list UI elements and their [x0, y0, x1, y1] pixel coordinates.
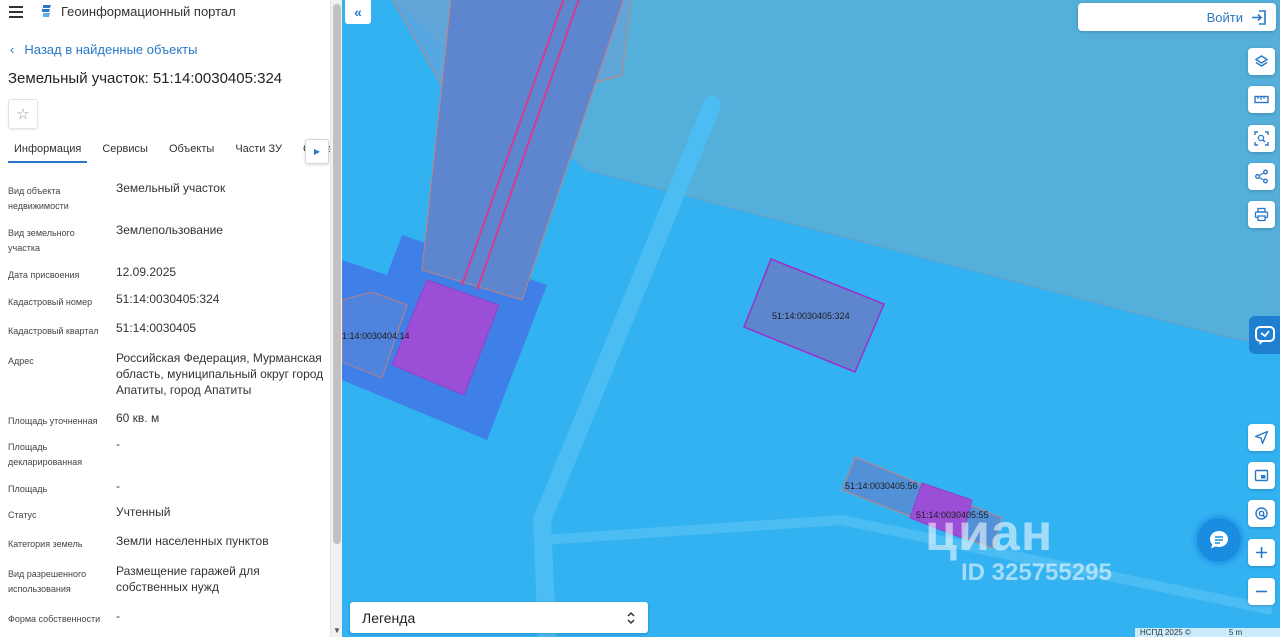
field-label: Вид земельного участка — [8, 228, 75, 253]
collapse-panel-button[interactable]: « — [345, 0, 371, 24]
minimap-button[interactable] — [1248, 462, 1275, 489]
layers-icon — [1254, 55, 1269, 67]
road-line — [541, 514, 1274, 615]
field-value: 12.09.2025 — [116, 265, 177, 279]
road-line — [532, 96, 721, 637]
tab-objects[interactable]: Объекты — [163, 139, 220, 161]
ruler-button[interactable] — [1248, 86, 1275, 113]
scrollbar-thumb[interactable] — [333, 4, 341, 544]
field-label: Дата присвоения — [8, 270, 80, 280]
scale-label: 5 m — [1228, 628, 1243, 637]
menu-icon[interactable] — [9, 6, 23, 18]
locate-icon — [1254, 430, 1269, 445]
legend-dropdown[interactable]: Легенда — [350, 602, 648, 633]
ruler-icon — [1254, 95, 1269, 104]
field-value: - — [116, 609, 120, 623]
parcel-label-55: 51:14:0030405:55 — [916, 510, 989, 520]
field-label: Площадь уточненная — [8, 416, 98, 426]
double-chevron-left-icon: « — [354, 4, 362, 20]
info-panel: Геоинформационный портал ‹ Назад в найде… — [0, 0, 330, 637]
field-label: Площадь — [8, 484, 48, 494]
chevron-updown-icon — [627, 611, 635, 624]
print-icon — [1254, 207, 1269, 222]
parcel-label-56: 51:14:0030405:56 — [845, 481, 918, 491]
field-value: - — [116, 479, 120, 493]
select-area-icon — [1254, 131, 1269, 146]
scroll-down-icon[interactable]: ▼ — [333, 626, 341, 635]
chat-button[interactable] — [1197, 518, 1241, 562]
login-button[interactable]: Войти — [1078, 3, 1276, 31]
zoom-out-icon — [1256, 590, 1267, 593]
comment-icon — [1254, 326, 1275, 345]
field-value: - — [116, 437, 120, 451]
legend-label: Легенда — [362, 609, 416, 626]
field-value: 60 кв. м — [116, 411, 160, 425]
field-label: Форма собственности — [8, 614, 101, 624]
field-value: Земельный участок — [116, 181, 226, 195]
tab-bar: ИнформацияСервисыОбъектыЧасти ЗУСоста — [8, 139, 330, 165]
zoom-in-icon — [1256, 547, 1267, 558]
tab-parts[interactable]: Части ЗУ — [229, 139, 288, 161]
chat-icon — [1210, 531, 1228, 549]
map-attribution-bar: НСПД 2025 © 5 m — [1135, 628, 1280, 637]
login-icon — [1252, 9, 1266, 25]
app-title: Геоинформационный портал — [61, 4, 236, 19]
back-link-label: Назад в найденные объекты — [24, 42, 198, 57]
side-panel-badge[interactable] — [1249, 316, 1280, 354]
parcel-label-left: 1:14:0030404:14 — [342, 331, 410, 341]
field-label: Статус — [8, 510, 37, 520]
tab-services[interactable]: Сервисы — [96, 139, 154, 161]
field-value: Учтенный — [116, 505, 171, 519]
back-link[interactable]: ‹ Назад в найденные объекты — [10, 42, 197, 57]
attribution-text: НСПД 2025 © — [1140, 628, 1191, 637]
field-label: Категория земель — [8, 539, 83, 549]
chevron-left-icon: ‹ — [10, 42, 15, 57]
field-value: 51:14:0030405 — [116, 321, 197, 335]
zoom-out-button[interactable] — [1248, 578, 1275, 605]
star-icon: ☆ — [16, 106, 30, 123]
favorite-button[interactable]: ☆ — [8, 99, 38, 129]
field-label: Вид объекта недвижимости — [8, 186, 69, 211]
share-icon — [1255, 169, 1268, 184]
field-label: Адрес — [8, 356, 34, 366]
select-area-button[interactable] — [1248, 125, 1275, 152]
field-label: Кадастровый квартал — [8, 326, 99, 336]
field-value: Земли населенных пунктов — [116, 534, 269, 548]
page-title: Земельный участок: 51:14:0030405:324 — [8, 70, 283, 87]
geo-pin-icon — [1255, 507, 1268, 520]
parcel-label-main: 51:14:0030405:324 — [772, 311, 850, 321]
layers-button[interactable] — [1248, 48, 1275, 75]
field-value: 51:14:0030405:324 — [116, 292, 220, 306]
field-value: Землепользование — [116, 223, 223, 237]
locate-button[interactable] — [1248, 424, 1275, 451]
zoom-in-button[interactable] — [1248, 539, 1275, 566]
field-value: Российская Федерация, Мурманская область… — [116, 351, 324, 397]
print-button[interactable] — [1248, 201, 1275, 228]
portal-logo-icon — [42, 5, 51, 17]
field-label: Кадастровый номер — [8, 297, 93, 307]
map-canvas[interactable]: 51:14:0030405:324 1:14:0030404:14 51:14:… — [342, 0, 1280, 637]
field-label: Вид разрешенного использования — [8, 569, 87, 594]
login-label: Войти — [1206, 9, 1243, 25]
minimap-icon — [1254, 469, 1269, 482]
field-label: Площадь декларированная — [8, 442, 83, 467]
field-value: Размещение гаражей для собственных нужд — [116, 564, 260, 594]
geo-pin-button[interactable] — [1248, 500, 1275, 527]
share-button[interactable] — [1248, 163, 1275, 190]
chevron-right-icon: ▶ — [313, 147, 321, 156]
tab-information[interactable]: Информация — [8, 139, 88, 163]
tabs-next-button[interactable]: ▶ — [305, 139, 329, 164]
